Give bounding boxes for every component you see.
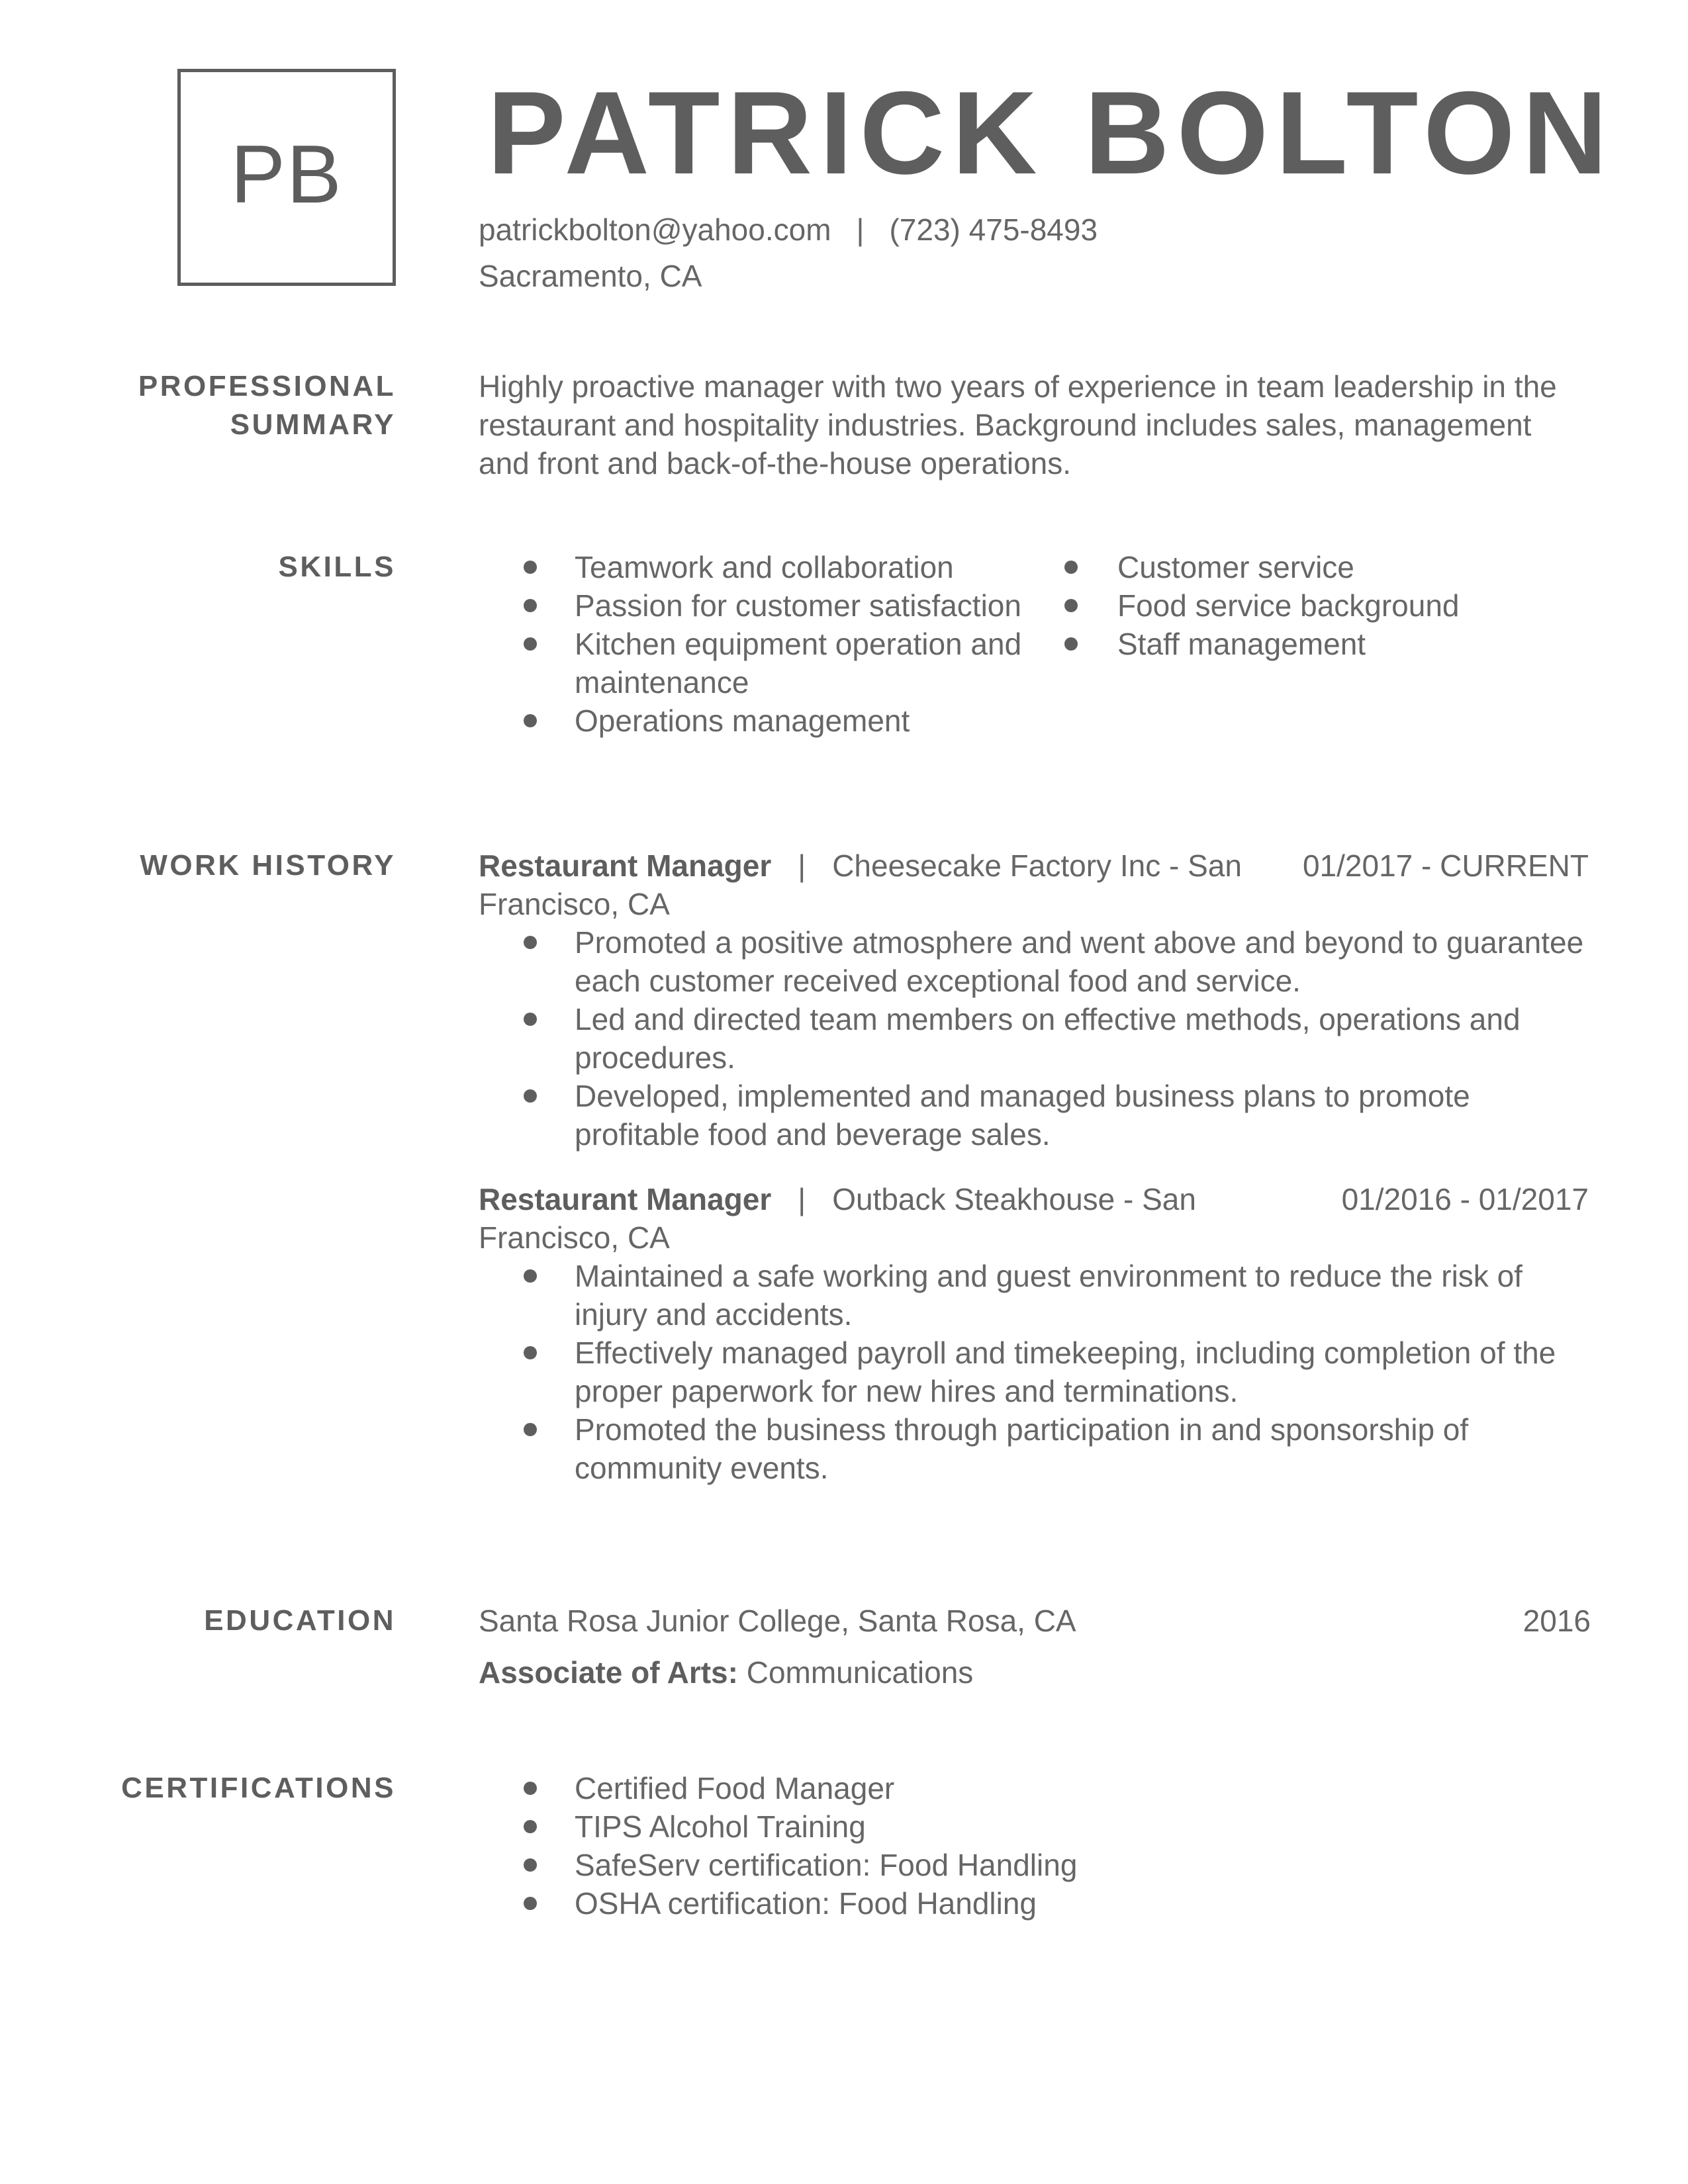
skill-item: Food service background bbox=[1035, 586, 1538, 625]
job-title: Restaurant Manager bbox=[479, 1182, 772, 1216]
school-name: Santa Rosa Junior College, Santa Rosa, C… bbox=[479, 1604, 1076, 1638]
section-label-line: SUMMARY bbox=[230, 408, 396, 441]
skill-item: Kitchen equipment operation and maintena… bbox=[479, 625, 1035, 702]
certification-item: SafeServ certification: Food Handling bbox=[479, 1846, 1591, 1884]
certifications-content: Certified Food Manager TIPS Alcohol Train… bbox=[479, 1769, 1591, 1923]
job-header: Restaurant Manager | Outback Steakhouse - … bbox=[479, 1180, 1591, 1257]
resume-page: PB PATRICK BOLTON patrickbolton@yahoo.co… bbox=[0, 0, 1688, 2184]
certification-item: TIPS Alcohol Training bbox=[479, 1807, 1591, 1846]
section-label-summary: PROFESSIONAL SUMMARY bbox=[52, 367, 396, 444]
email: patrickbolton@yahoo.com bbox=[479, 212, 831, 247]
skill-item: Operations management bbox=[479, 702, 1035, 740]
degree-line: Associate of Arts: Communications bbox=[479, 1653, 1591, 1692]
section-label-skills: SKILLS bbox=[278, 551, 396, 583]
section-label-work-history: WORK HISTORY bbox=[140, 849, 396, 882]
job-title: Restaurant Manager bbox=[479, 848, 772, 883]
skills-column-1: Teamwork and collaboration Passion for cu… bbox=[479, 548, 1035, 740]
job-separator: | bbox=[798, 848, 806, 883]
certification-item: Certified Food Manager bbox=[479, 1769, 1591, 1807]
job-bullet: Effectively managed payroll and timekeep… bbox=[479, 1334, 1591, 1410]
candidate-name: PATRICK BOLTON bbox=[487, 67, 1615, 199]
contact-separator: | bbox=[856, 212, 865, 247]
job-separator: | bbox=[798, 1182, 806, 1216]
monogram-box: PB bbox=[177, 69, 396, 286]
job-bullet: Led and directed team members on effecti… bbox=[479, 1000, 1591, 1077]
section-label-line: PROFESSIONAL bbox=[138, 370, 396, 402]
work-history-content: Restaurant Manager | Cheesecake Factory In… bbox=[479, 846, 1591, 1487]
summary-text: Highly proactive manager with two years … bbox=[479, 369, 1557, 480]
phone: (723) 475-8493 bbox=[889, 212, 1098, 247]
section-label-certifications: CERTIFICATIONS bbox=[121, 1772, 396, 1804]
job-entry: Restaurant Manager | Outback Steakhouse - … bbox=[479, 1180, 1591, 1487]
skills-content: Teamwork and collaboration Passion for cu… bbox=[479, 548, 1591, 740]
education-entry: Santa Rosa Junior College, Santa Rosa, C… bbox=[479, 1602, 1591, 1640]
job-bullet: Developed, implemented and managed busin… bbox=[479, 1077, 1591, 1154]
monogram-initials: PB bbox=[230, 129, 343, 220]
contact-line: patrickbolton@yahoo.com | (723) 475-8493 bbox=[479, 210, 1098, 249]
skills-column-2: Customer service Food service background S… bbox=[1035, 548, 1538, 740]
job-dates: 01/2016 - 01/2017 bbox=[1341, 1182, 1589, 1216]
job-bullet: Maintained a safe working and guest envi… bbox=[479, 1257, 1591, 1334]
job-dates: 01/2017 - CURRENT bbox=[1302, 848, 1589, 883]
job-bullet: Promoted the business through participat… bbox=[479, 1410, 1591, 1487]
section-label-education: EDUCATION bbox=[204, 1604, 396, 1637]
skill-item: Staff management bbox=[1035, 625, 1538, 663]
location: Sacramento, CA bbox=[479, 259, 702, 293]
skill-item: Passion for customer satisfaction bbox=[479, 586, 1035, 625]
job-bullet: Promoted a positive atmosphere and went … bbox=[479, 923, 1591, 1000]
job-entry: Restaurant Manager | Cheesecake Factory In… bbox=[479, 846, 1591, 1154]
certification-item: OSHA certification: Food Handling bbox=[479, 1884, 1591, 1923]
degree-type: Associate of Arts: bbox=[479, 1655, 738, 1690]
degree-field: Communications bbox=[746, 1655, 974, 1690]
skill-item: Customer service bbox=[1035, 548, 1538, 586]
skill-item: Teamwork and collaboration bbox=[479, 548, 1035, 586]
job-header: Restaurant Manager | Cheesecake Factory In… bbox=[479, 846, 1591, 923]
education-content: Santa Rosa Junior College, Santa Rosa, C… bbox=[479, 1602, 1591, 1692]
graduation-year: 2016 bbox=[1523, 1604, 1591, 1638]
